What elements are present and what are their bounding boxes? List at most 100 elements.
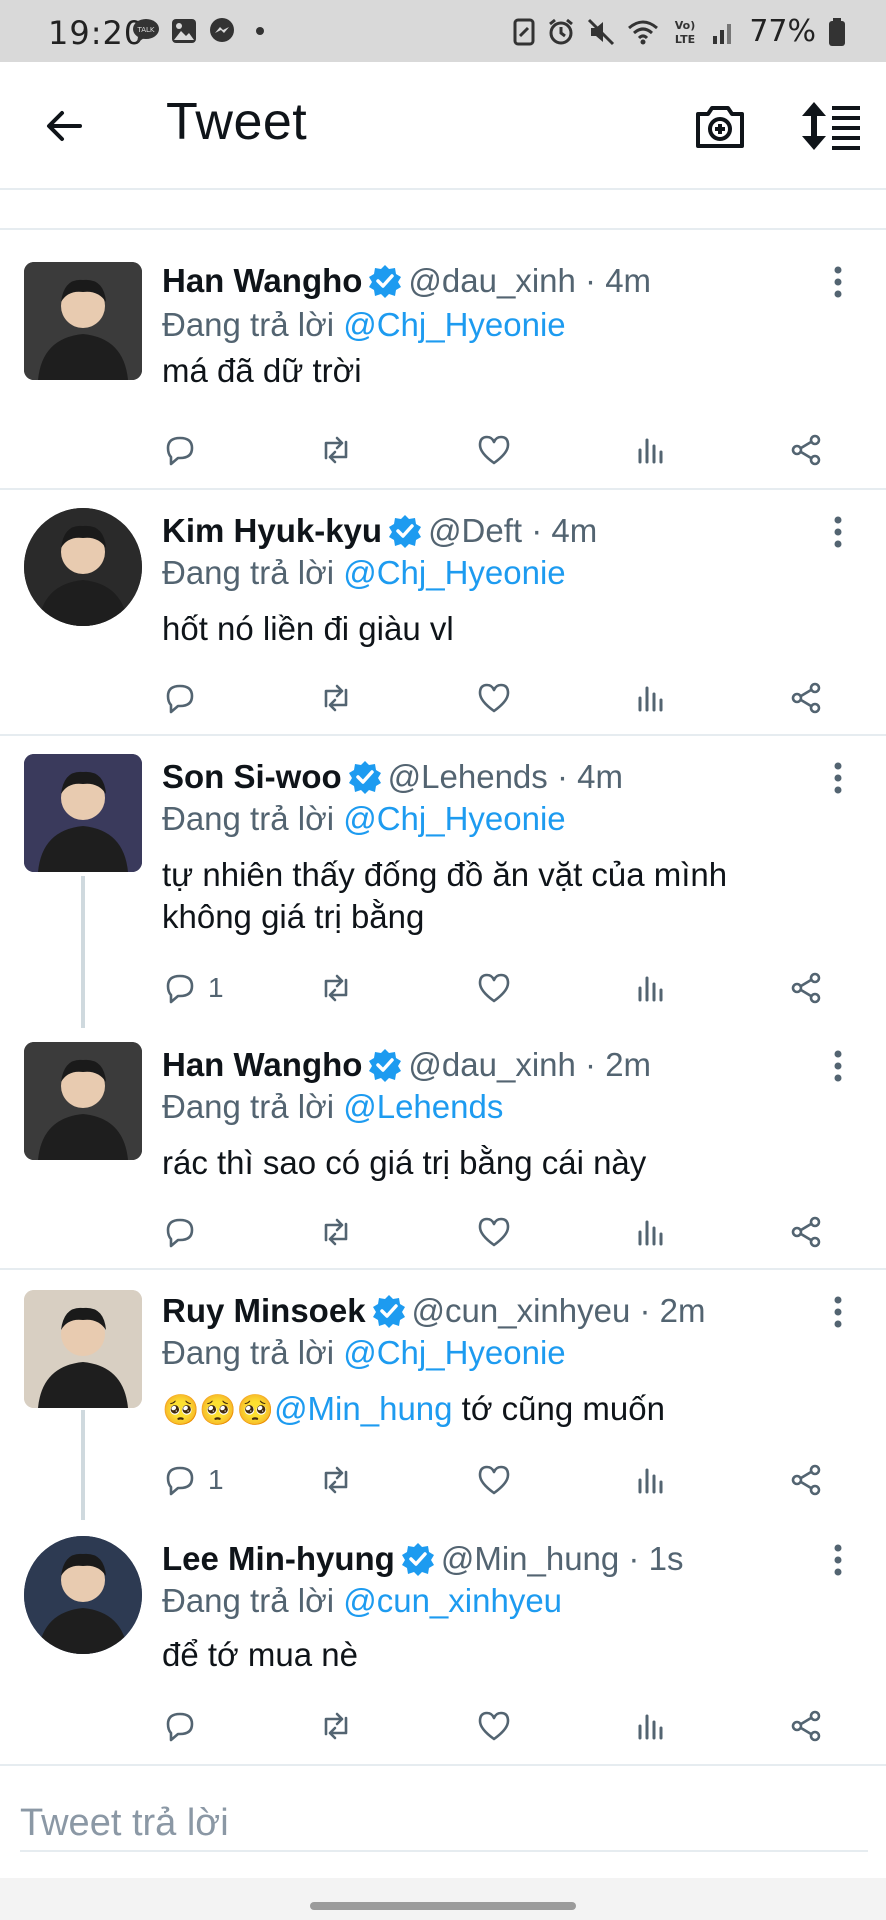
like-button[interactable]	[476, 678, 512, 718]
retweet-button[interactable]	[318, 1460, 354, 1500]
reply-icon	[162, 970, 198, 1006]
share-button[interactable]	[788, 968, 824, 1008]
reply-button[interactable]	[162, 1706, 208, 1746]
battery-icon	[829, 17, 845, 46]
tweet[interactable]: Kim Hyuk-kyu @Deft · 4m Đang trả lời @Ch…	[0, 490, 886, 736]
tweet-text: má đã dữ trời	[162, 352, 362, 389]
display-name[interactable]: Han Wangho	[162, 262, 362, 300]
more-options-icon[interactable]	[824, 1540, 852, 1580]
talk-icon: TALK	[132, 17, 160, 45]
replying-label: Đang trả lời	[162, 554, 344, 591]
reply-button[interactable]	[162, 1212, 208, 1252]
more-options-icon[interactable]	[824, 262, 852, 302]
avatar[interactable]	[24, 1042, 142, 1160]
tweet[interactable]: Han Wangho @dau_xinh · 4m Đang trả lời @…	[0, 232, 886, 490]
reply-icon	[162, 680, 198, 716]
display-name[interactable]: Lee Min-hyung	[162, 1540, 395, 1578]
handle-and-time: @Deft · 4m	[428, 512, 598, 549]
tweet-header: Lee Min-hyung @Min_hung · 1s	[162, 1540, 683, 1578]
status-system-icons: Vo) LTE 77%	[513, 14, 846, 49]
views-button[interactable]	[632, 1706, 668, 1746]
share-button[interactable]	[788, 430, 824, 470]
reply-input[interactable]	[20, 1796, 868, 1852]
replying-to-link[interactable]: @cun_xinhyeu	[343, 1582, 562, 1619]
alarm-icon	[549, 18, 574, 44]
camera-add-icon[interactable]	[692, 98, 748, 154]
like-button[interactable]	[476, 1212, 512, 1252]
avatar[interactable]	[24, 754, 142, 872]
handle-and-time: @dau_xinh · 4m	[408, 262, 652, 299]
views-button[interactable]	[632, 968, 668, 1008]
tweet[interactable]: Son Si-woo @Lehends · 4m Đang trả lời @C…	[0, 736, 886, 1028]
retweet-button[interactable]	[318, 430, 354, 470]
reply-button[interactable]: 1	[162, 1460, 224, 1500]
replying-to-link[interactable]: @Chj_Hyeonie	[343, 306, 565, 343]
share-icon	[788, 970, 824, 1006]
like-button[interactable]	[476, 430, 512, 470]
like-button[interactable]	[476, 968, 512, 1008]
avatar[interactable]	[24, 262, 142, 380]
tweet-header: Son Si-woo @Lehends · 4m	[162, 758, 623, 796]
home-gesture-handle[interactable]	[310, 1902, 576, 1910]
more-options-icon[interactable]	[824, 1292, 852, 1332]
wifi-icon	[628, 20, 659, 44]
reply-composer	[0, 1764, 886, 1878]
replying-to-link[interactable]: @Lehends	[343, 1088, 503, 1125]
verified-badge-icon	[401, 1542, 435, 1576]
tweet[interactable]: Ruy Minsoek @cun_xinhyeu · 2m Đang trả l…	[0, 1270, 886, 1520]
display-name[interactable]: Ruy Minsoek	[162, 1292, 366, 1330]
more-options-icon[interactable]	[824, 512, 852, 552]
replying-label: Đang trả lời	[162, 306, 344, 343]
more-options-icon[interactable]	[824, 1046, 852, 1086]
replying-to-link[interactable]: @Chj_Hyeonie	[343, 554, 565, 591]
verified-badge-icon	[388, 514, 422, 548]
avatar[interactable]	[24, 1290, 142, 1408]
retweet-button[interactable]	[318, 1706, 354, 1746]
like-button[interactable]	[476, 1460, 512, 1500]
views-icon	[632, 1462, 668, 1498]
thread-connector	[81, 876, 85, 1028]
verified-badge-icon	[368, 264, 402, 298]
handle-and-time: @Min_hung · 1s	[440, 1540, 684, 1577]
views-button[interactable]	[632, 678, 668, 718]
share-icon	[788, 1462, 824, 1498]
retweet-button[interactable]	[318, 1212, 354, 1252]
share-button[interactable]	[788, 678, 824, 718]
retweet-icon	[318, 1214, 354, 1250]
more-options-icon[interactable]	[824, 758, 852, 798]
back-arrow-icon[interactable]	[40, 102, 88, 150]
share-button[interactable]	[788, 1460, 824, 1500]
tweet-text: 🥺🥺🥺@Min_hung tớ cũng muốn	[162, 1388, 842, 1432]
display-name[interactable]: Kim Hyuk-kyu	[162, 512, 382, 550]
volte-icon: Vo)LTE	[675, 19, 696, 46]
like-button[interactable]	[476, 1706, 512, 1746]
reply-count: 1	[208, 972, 224, 1003]
gallery-icon	[170, 17, 198, 45]
reply-button[interactable]	[162, 678, 208, 718]
tweet[interactable]: Lee Min-hyung @Min_hung · 1s Đang trả lờ…	[0, 1516, 886, 1764]
tweet[interactable]: Han Wangho @dau_xinh · 2m Đang trả lời @…	[0, 1024, 886, 1270]
retweet-icon	[318, 432, 354, 468]
share-button[interactable]	[788, 1706, 824, 1746]
share-button[interactable]	[788, 1212, 824, 1252]
retweet-button[interactable]	[318, 678, 354, 718]
reply-icon	[162, 1462, 198, 1498]
verified-badge-icon	[372, 1294, 406, 1328]
mention-link[interactable]: @Min_hung	[274, 1390, 452, 1427]
display-name[interactable]: Son Si-woo	[162, 758, 342, 796]
views-button[interactable]	[632, 430, 668, 470]
reply-button[interactable]	[162, 430, 208, 470]
reply-button[interactable]: 1	[162, 968, 224, 1008]
views-button[interactable]	[632, 1460, 668, 1500]
retweet-button[interactable]	[318, 968, 354, 1008]
retweet-icon	[318, 970, 354, 1006]
like-icon	[476, 1214, 512, 1250]
retweet-icon	[318, 1708, 354, 1744]
avatar[interactable]	[24, 508, 142, 626]
sort-replies-icon[interactable]	[800, 100, 862, 152]
replying-to-link[interactable]: @Chj_Hyeonie	[343, 1334, 565, 1371]
avatar[interactable]	[24, 1536, 142, 1654]
views-button[interactable]	[632, 1212, 668, 1252]
replying-to-link[interactable]: @Chj_Hyeonie	[343, 800, 565, 837]
display-name[interactable]: Han Wangho	[162, 1046, 362, 1084]
